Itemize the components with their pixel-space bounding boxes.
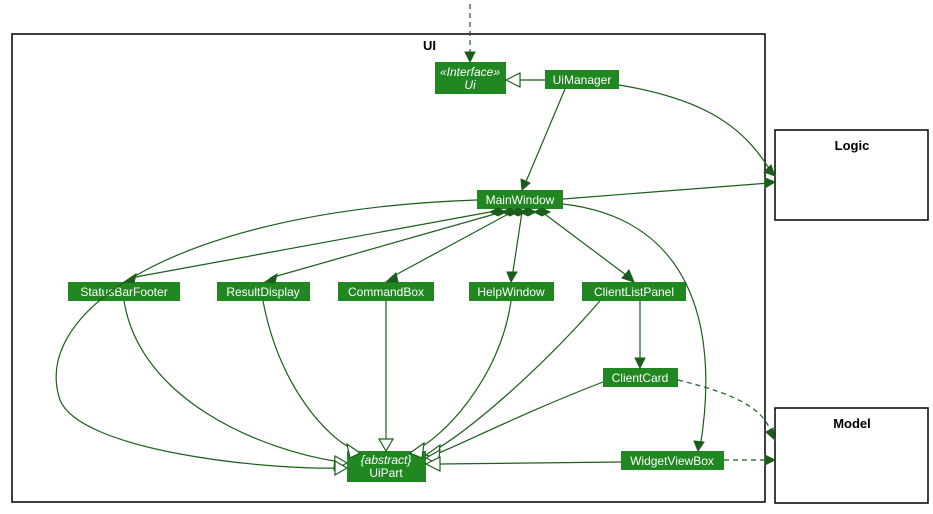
edge-mw-cb xyxy=(390,212,512,278)
edge-mw-wvb xyxy=(563,204,706,448)
clientlistpanel-label: ClientListPanel xyxy=(594,285,674,299)
uipart-name: UiPart xyxy=(369,466,403,480)
uipart-stereotype: {abstract} xyxy=(361,453,412,467)
arrow-wvb-model xyxy=(765,455,775,465)
arrow-mw-rd xyxy=(265,274,277,283)
edge-mainwindow-logic xyxy=(563,183,769,199)
edge-uimanager-mainwindow xyxy=(525,89,565,184)
ui-interface-stereotype: «Interface» xyxy=(440,65,500,79)
diamond-mw-clp xyxy=(534,208,550,216)
edge-cc-uipart xyxy=(432,382,603,456)
package-ui-label: UI xyxy=(423,38,436,53)
arrow-clp-cc xyxy=(635,358,645,368)
statusbarfooter-label: StatusBarFooter xyxy=(80,285,167,299)
edge-cc-model xyxy=(678,380,772,435)
widgetviewbox-label: WidgetViewBox xyxy=(630,454,714,468)
ui-interface-name: Ui xyxy=(464,78,476,92)
helpwindow-label: HelpWindow xyxy=(477,285,545,299)
uimanager-label: UiManager xyxy=(553,73,612,87)
uml-diagram: UI Logic Model «Interface» Ui UiManager … xyxy=(0,0,933,514)
edge-mw-rd xyxy=(270,212,502,278)
clientcard-label: ClientCard xyxy=(612,371,669,385)
logic-label: Logic xyxy=(835,138,870,153)
edge-mw-hw xyxy=(512,212,522,278)
mainwindow-label: MainWindow xyxy=(486,193,555,207)
edge-mw-clp xyxy=(542,212,630,278)
commandbox-label: CommandBox xyxy=(348,285,424,299)
package-ui-frame xyxy=(12,34,765,502)
edge-mw-uipart xyxy=(56,200,477,468)
tri-cb-uipart xyxy=(379,439,393,451)
model-label: Model xyxy=(833,416,871,431)
arrow-ext-to-ui xyxy=(465,52,475,62)
arrow-mainwindow-logic xyxy=(765,178,775,188)
arrow-mw-clp xyxy=(622,270,634,282)
edge-rd-uipart xyxy=(263,301,355,450)
edge-mw-sbf xyxy=(130,212,490,278)
arrow-mw-wvb xyxy=(694,441,704,451)
arrow-mw-hw xyxy=(507,272,517,282)
resultdisplay-label: ResultDisplay xyxy=(226,285,299,299)
edge-sbf-uipart xyxy=(124,301,340,462)
edge-uimanager-logic xyxy=(619,85,770,170)
edge-wvb-uipart xyxy=(440,462,621,464)
arrow-uimanager-mainwindow xyxy=(521,179,530,190)
edge-clp-uipart xyxy=(432,301,600,452)
arrow-uimanager-ui xyxy=(506,73,520,87)
arrow-mw-cb xyxy=(386,273,398,282)
arrow-cc-model xyxy=(766,428,775,440)
